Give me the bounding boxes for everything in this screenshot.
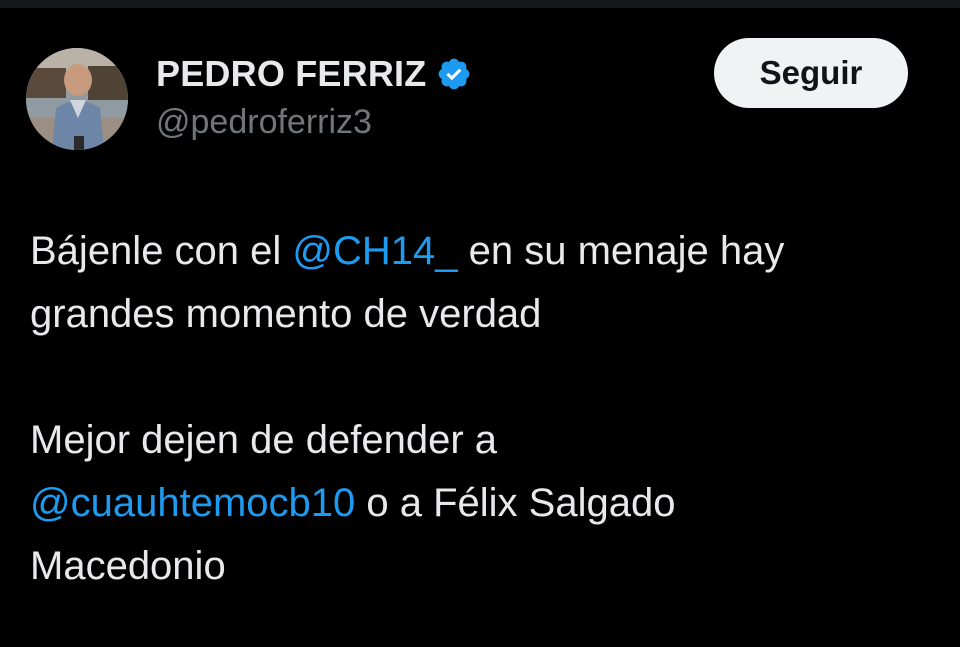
user-handle[interactable]: @pedroferriz3: [156, 103, 372, 142]
tweet-text: Bájenle con el @CH14_ en su menaje hay g…: [30, 220, 940, 598]
tweet-line: Mejor dejen de defender a: [30, 418, 497, 462]
tweet-line: grandes momento de verdad: [30, 292, 542, 336]
tweet-text-segment: en su menaje hay: [457, 229, 785, 273]
avatar[interactable]: [26, 48, 128, 150]
tweet-text-segment: Bájenle con el: [30, 229, 293, 273]
tweet-line: Bájenle con el @CH14_ en su menaje hay: [30, 220, 940, 283]
mention-link-ch14[interactable]: @CH14_: [292, 229, 457, 273]
top-divider: [0, 0, 960, 8]
name-row: PEDRO FERRIZ: [156, 53, 472, 95]
tweet-text-segment: o a Félix Salgado: [355, 481, 676, 525]
follow-button[interactable]: Seguir: [714, 38, 908, 108]
tweet-card: PEDRO FERRIZ @pedroferriz3 Seguir Bájenl…: [0, 8, 960, 647]
display-name[interactable]: PEDRO FERRIZ: [156, 53, 426, 95]
tweet-line: @cuauhtemocb10 o a Félix Salgado: [30, 472, 940, 535]
avatar-photo: [26, 48, 128, 150]
verified-badge-icon: [436, 56, 472, 92]
tweet-line: Macedonio: [30, 544, 226, 588]
mention-link-cuauhtemocb10[interactable]: @cuauhtemocb10: [30, 481, 355, 525]
